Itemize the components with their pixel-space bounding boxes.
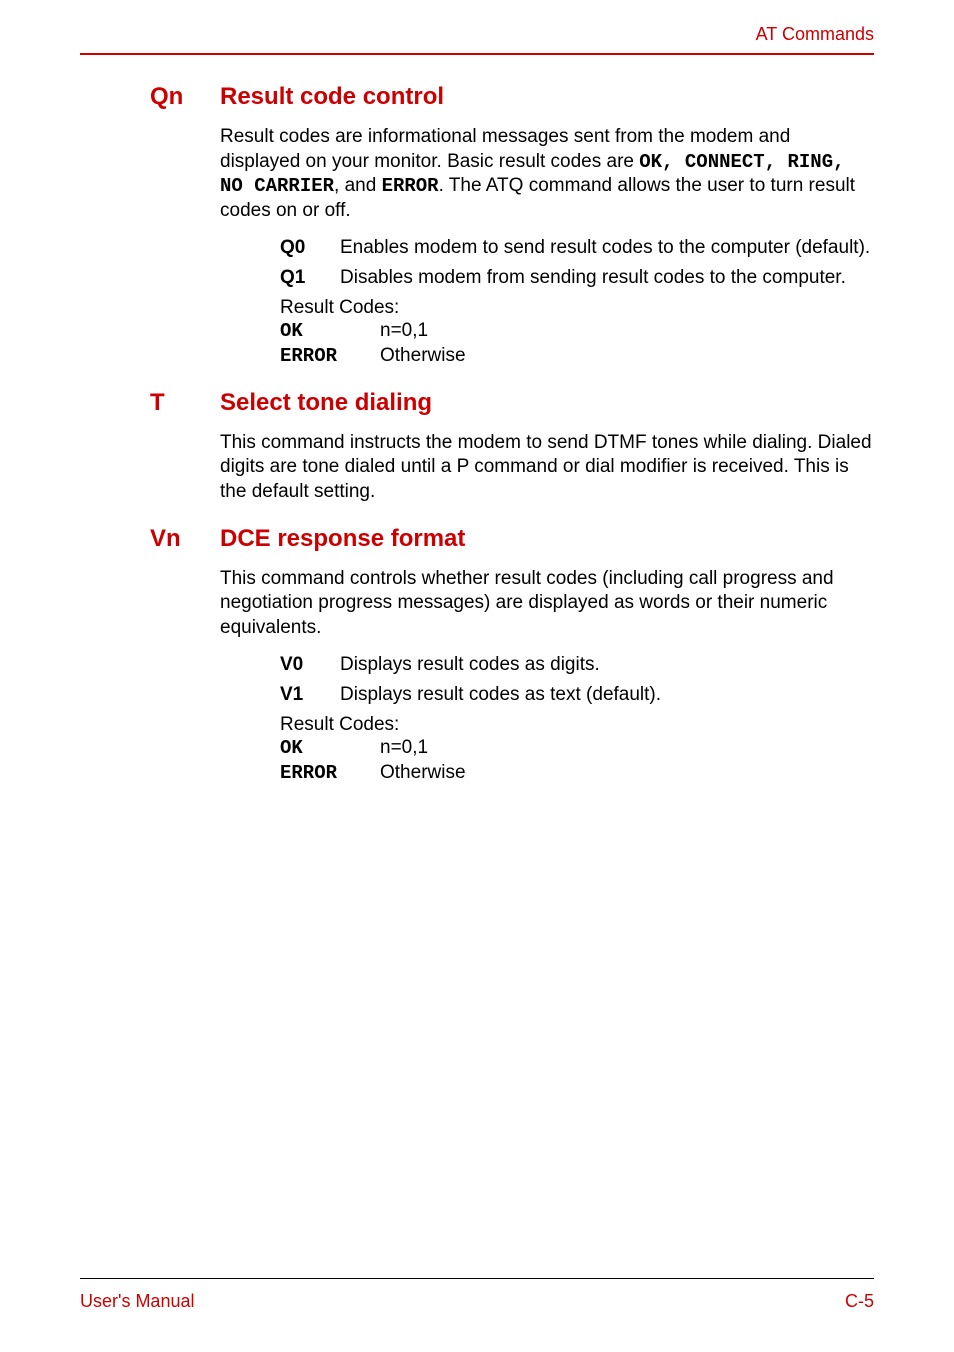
section-t: T Select tone dialing This command instr… bbox=[80, 389, 874, 505]
param-row: Q1 Disables modem from sending result co… bbox=[80, 266, 874, 291]
section-title: Result code control bbox=[220, 83, 874, 111]
header-title: AT Commands bbox=[756, 24, 874, 44]
result-code: ERROR bbox=[280, 344, 380, 369]
intro-code: ERROR bbox=[382, 175, 439, 197]
footer-left: User's Manual bbox=[80, 1291, 194, 1312]
param-desc: Disables modem from sending result codes… bbox=[340, 266, 874, 291]
result-row: OK n=0,1 bbox=[80, 319, 874, 344]
result-codes-label: Result Codes: bbox=[80, 714, 874, 736]
param-desc: Displays result codes as text (default). bbox=[340, 683, 874, 708]
result-desc: n=0,1 bbox=[380, 319, 874, 344]
section-intro: This command controls whether result cod… bbox=[80, 567, 874, 641]
section-intro: Result codes are informational messages … bbox=[80, 125, 874, 224]
intro-text: , and bbox=[334, 175, 382, 196]
param-label: Q0 bbox=[280, 236, 340, 261]
page-footer: User's Manual C-5 bbox=[80, 1278, 874, 1312]
result-row: ERROR Otherwise bbox=[80, 344, 874, 369]
result-code: OK bbox=[280, 319, 380, 344]
param-desc: Enables modem to send result codes to th… bbox=[340, 236, 874, 261]
section-vn: Vn DCE response format This command cont… bbox=[80, 525, 874, 786]
param-row: V1 Displays result codes as text (defaul… bbox=[80, 683, 874, 708]
section-intro: This command instructs the modem to send… bbox=[80, 431, 874, 505]
result-desc: n=0,1 bbox=[380, 736, 874, 761]
result-codes-label: Result Codes: bbox=[80, 297, 874, 319]
result-code: ERROR bbox=[280, 761, 380, 786]
param-label: Q1 bbox=[280, 266, 340, 291]
page-header: AT Commands bbox=[80, 24, 874, 55]
result-row: OK n=0,1 bbox=[80, 736, 874, 761]
section-title: Select tone dialing bbox=[220, 389, 874, 417]
section-cmd: Vn bbox=[150, 525, 220, 553]
section-heading-t: T Select tone dialing bbox=[80, 389, 874, 417]
param-label: V0 bbox=[280, 653, 340, 678]
section-heading-qn: Qn Result code control bbox=[80, 83, 874, 111]
param-label: V1 bbox=[280, 683, 340, 708]
result-desc: Otherwise bbox=[380, 344, 874, 369]
result-code: OK bbox=[280, 736, 380, 761]
section-heading-vn: Vn DCE response format bbox=[80, 525, 874, 553]
section-title: DCE response format bbox=[220, 525, 874, 553]
param-row: Q0 Enables modem to send result codes to… bbox=[80, 236, 874, 261]
section-cmd: T bbox=[150, 389, 220, 417]
footer-right: C-5 bbox=[845, 1291, 874, 1312]
section-qn: Qn Result code control Result codes are … bbox=[80, 83, 874, 369]
result-row: ERROR Otherwise bbox=[80, 761, 874, 786]
param-desc: Displays result codes as digits. bbox=[340, 653, 874, 678]
section-cmd: Qn bbox=[150, 83, 220, 111]
param-row: V0 Displays result codes as digits. bbox=[80, 653, 874, 678]
result-desc: Otherwise bbox=[380, 761, 874, 786]
